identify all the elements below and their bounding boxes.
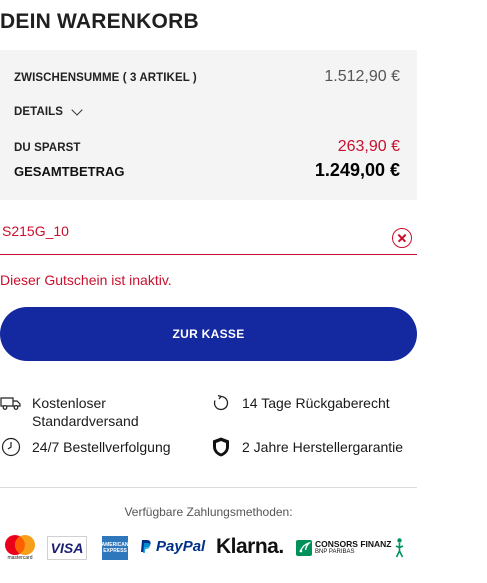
clear-coupon-icon[interactable] [392, 228, 412, 248]
subtotal-value: 1.512,90 € [324, 68, 400, 85]
shield-icon [210, 437, 232, 457]
return-icon [210, 394, 232, 412]
truck-icon [0, 394, 22, 412]
feature-label: 2 Jahre Herstellergarantie [242, 439, 404, 455]
total-label: GESAMTBETRAG [14, 164, 125, 179]
subtotal-row: ZWISCHENSUMME ( 3 ARTIKEL ) 1.512,90 € [14, 68, 400, 86]
cart-title: DEIN WARENKORB [0, 10, 199, 33]
coupon-error-message: Dieser Gutschein ist inaktiv. [0, 272, 172, 288]
savings-label: DU SPARST [14, 142, 81, 154]
amex-text: AMERICAN EXPRESS [101, 542, 129, 554]
savings-row: DU SPARST 263,90 € [14, 138, 400, 156]
total-row: GESAMTBETRAG 1.249,00 € [14, 160, 400, 181]
feature-label: Kostenloser Standardversand [32, 395, 139, 429]
feature-label: 24/7 Bestellverfolgung [32, 439, 171, 455]
clock-icon [0, 437, 22, 457]
consors-logo: CONSORS FINANZ BNP PARIBAS [296, 538, 404, 558]
payment-methods-row: mastercard VISA AMERICAN EXPRESS PayPal … [0, 534, 420, 564]
paypal-logo: PayPal [140, 538, 205, 555]
order-summary: ZWISCHENSUMME ( 3 ARTIKEL ) 1.512,90 € D… [0, 50, 417, 200]
savings-value: 263,90 € [337, 138, 400, 155]
feature-shipping: Kostenloser Standardversand [0, 394, 200, 430]
chevron-down-icon [71, 104, 83, 116]
feature-label: 14 Tage Rückgaberecht [242, 395, 390, 411]
total-value: 1.249,00 € [314, 160, 400, 180]
payment-methods-title: Verfügbare Zahlungsmethoden: [124, 505, 293, 519]
klarna-text: Klarna. [216, 535, 284, 558]
mastercard-text: mastercard [7, 555, 33, 561]
coupon-field[interactable]: S215G_10 [0, 216, 417, 255]
klarna-logo: Klarna. [216, 535, 284, 559]
checkout-button[interactable]: ZUR KASSE [0, 307, 417, 361]
consors-subtext: BNP PARIBAS [315, 549, 355, 555]
coupon-input[interactable]: S215G_10 [0, 223, 69, 247]
visa-logo: VISA [47, 536, 87, 560]
divider [0, 487, 417, 488]
amex-logo: AMERICAN EXPRESS [102, 536, 128, 560]
feature-tracking: 24/7 Bestellverfolgung [0, 437, 200, 457]
details-label: DETAILS [14, 106, 64, 118]
paypal-text: PayPal [156, 538, 206, 555]
subtotal-label: ZWISCHENSUMME ( 3 ARTIKEL ) [14, 72, 197, 84]
mastercard-logo: mastercard [2, 534, 38, 564]
feature-returns: 14 Tage Rückgaberecht [210, 394, 415, 412]
feature-warranty: 2 Jahre Herstellergarantie [210, 437, 415, 457]
visa-text: VISA [50, 540, 84, 556]
consors-text: CONSORS FINANZ [315, 539, 392, 549]
details-toggle[interactable]: DETAILS [14, 104, 83, 118]
